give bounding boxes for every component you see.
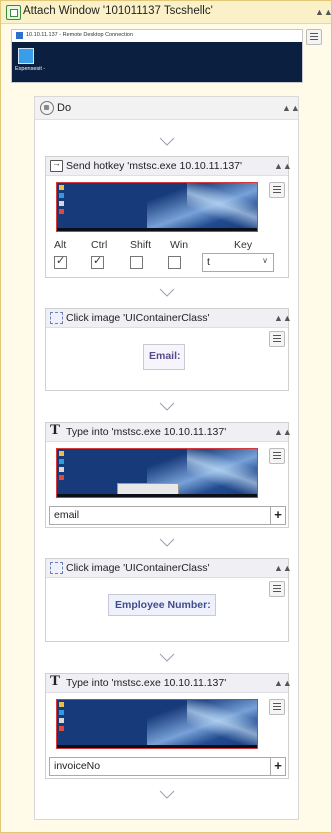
- plus-button[interactable]: +: [270, 506, 286, 525]
- rdp-titlebar: 10.10.11.137 - Remote Desktop Connection: [12, 30, 302, 42]
- click-image-icon: [50, 562, 63, 574]
- attach-window-title: Attach Window '101011137 Tscshellc': [23, 5, 213, 17]
- type-into-icon: T: [50, 422, 61, 438]
- options-menu-button[interactable]: [306, 29, 322, 45]
- drop-arrow-icon[interactable]: [159, 790, 175, 800]
- send-hotkey-activity[interactable]: Send hotkey 'mstsc.exe 10.10.11.137' ▲▲ …: [45, 156, 292, 278]
- shift-checkbox[interactable]: [130, 256, 143, 269]
- type-into-header[interactable]: T Type into 'mstsc.exe 10.10.11.137' ▲▲: [46, 422, 292, 442]
- indicated-screen-thumbnail: [56, 448, 258, 498]
- collapse-icon[interactable]: ▲▲: [274, 427, 292, 437]
- drop-arrow-icon[interactable]: [159, 538, 175, 548]
- drop-arrow-icon[interactable]: [159, 288, 175, 298]
- desktop-app-icon: [18, 48, 34, 64]
- attach-window-activity[interactable]: Attach Window '101011137 Tscshellc' ▲▲ 1…: [0, 0, 332, 833]
- click-image-header[interactable]: Click image 'UIContainerClass' ▲▲: [46, 559, 292, 578]
- collapse-icon[interactable]: ▲▲: [274, 161, 292, 171]
- key-select[interactable]: t ∨: [202, 253, 274, 272]
- hotkey-icon: [50, 158, 63, 172]
- target-image-text: Employee Number:: [115, 599, 211, 611]
- text-to-type-value: email: [54, 509, 80, 521]
- win-label: Win: [170, 239, 189, 251]
- key-label: Key: [234, 239, 253, 251]
- type-into-header[interactable]: T Type into 'mstsc.exe 10.10.11.137' ▲▲: [46, 673, 292, 693]
- collapse-icon[interactable]: ▲▲: [315, 7, 332, 17]
- ctrl-label: Ctrl: [91, 239, 108, 251]
- click-image-header[interactable]: Click image 'UIContainerClass' ▲▲: [46, 309, 292, 328]
- type-into-title: Type into 'mstsc.exe 10.10.11.137': [66, 677, 227, 689]
- do-sequence[interactable]: Do ▲▲ Send hotkey 'mstsc.exe 10.10.11.13…: [34, 96, 300, 820]
- collapse-icon[interactable]: ▲▲: [274, 313, 292, 323]
- sequence-icon: [40, 101, 54, 115]
- send-hotkey-title: Send hotkey 'mstsc.exe 10.10.11.137': [66, 160, 243, 172]
- collapse-icon[interactable]: ▲▲: [282, 103, 300, 113]
- text-to-type-value: invoiceNo: [54, 760, 101, 772]
- target-image-thumbnail: Employee Number:: [108, 594, 216, 616]
- type-into-title: Type into 'mstsc.exe 10.10.11.137': [66, 426, 227, 438]
- type-into-activity-1[interactable]: T Type into 'mstsc.exe 10.10.11.137' ▲▲ …: [45, 422, 292, 528]
- collapse-icon[interactable]: ▲▲: [274, 563, 292, 573]
- attach-window-icon: [6, 5, 21, 20]
- type-into-activity-2[interactable]: T Type into 'mstsc.exe 10.10.11.137' ▲▲ …: [45, 673, 292, 779]
- ctrl-checkbox[interactable]: ✓: [91, 255, 104, 269]
- click-image-title: Click image 'UIContainerClass': [66, 562, 210, 574]
- options-menu-button[interactable]: [269, 331, 285, 347]
- alt-checkbox[interactable]: ✓: [54, 255, 67, 269]
- click-image-activity-1[interactable]: Click image 'UIContainerClass' ▲▲ Email:: [45, 308, 292, 391]
- plus-button[interactable]: +: [270, 757, 286, 776]
- win-checkbox[interactable]: [168, 256, 181, 269]
- options-menu-button[interactable]: [269, 581, 285, 597]
- rdp-window-screenshot: 10.10.11.137 - Remote Desktop Connection…: [11, 29, 303, 83]
- text-to-type-field[interactable]: invoiceNo: [49, 757, 271, 776]
- options-menu-button[interactable]: [269, 182, 285, 198]
- chevron-down-icon: ∨: [262, 256, 268, 265]
- key-select-value: t: [207, 256, 210, 268]
- rdp-icon: [16, 32, 23, 39]
- desktop-app-label: Expensesit -: [15, 66, 46, 72]
- send-hotkey-header[interactable]: Send hotkey 'mstsc.exe 10.10.11.137' ▲▲: [46, 157, 292, 176]
- target-image-text: Email:: [149, 350, 181, 362]
- indicated-screen-thumbnail: [56, 182, 258, 232]
- target-image-thumbnail: Email:: [143, 344, 185, 370]
- options-menu-button[interactable]: [269, 699, 285, 715]
- rdp-window-title: 10.10.11.137 - Remote Desktop Connection: [26, 32, 133, 38]
- collapse-icon[interactable]: ▲▲: [274, 678, 292, 688]
- indicated-screen-thumbnail: [56, 699, 258, 749]
- rdp-desktop: Expensesit -: [12, 42, 302, 82]
- attach-window-header[interactable]: Attach Window '101011137 Tscshellc' ▲▲: [1, 1, 332, 24]
- click-image-activity-2[interactable]: Click image 'UIContainerClass' ▲▲ Employ…: [45, 558, 292, 642]
- text-to-type-field[interactable]: email: [49, 506, 271, 525]
- drop-arrow-icon[interactable]: [159, 402, 175, 412]
- drop-arrow-icon[interactable]: [159, 137, 175, 147]
- click-image-title: Click image 'UIContainerClass': [66, 312, 210, 324]
- do-title: Do: [57, 102, 72, 114]
- do-header[interactable]: Do ▲▲: [35, 97, 300, 120]
- shift-label: Shift: [130, 239, 152, 251]
- click-image-icon: [50, 312, 63, 324]
- type-into-icon: T: [50, 673, 61, 689]
- options-menu-button[interactable]: [269, 448, 285, 464]
- drop-arrow-icon[interactable]: [159, 653, 175, 663]
- alt-label: Alt: [54, 239, 67, 251]
